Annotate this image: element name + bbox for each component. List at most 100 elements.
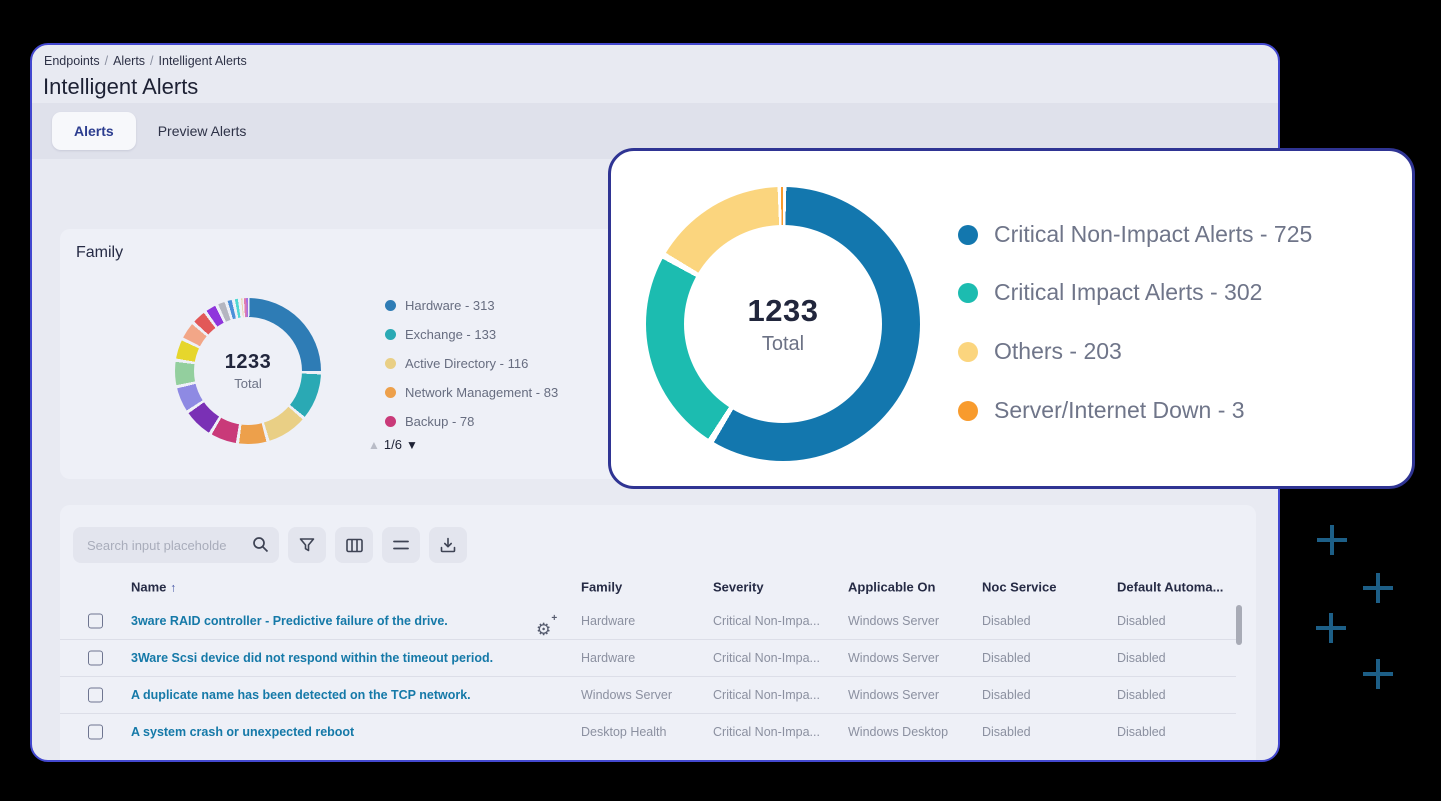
legend-item[interactable]: Others - 203 (958, 338, 1122, 365)
cell-family: Hardware (581, 614, 635, 628)
breadcrumb-item[interactable]: Endpoints (44, 54, 100, 68)
cell-family: Hardware (581, 651, 635, 665)
cell-severity: Critical Non-Impa... (713, 614, 820, 628)
breadcrumb-item: Intelligent Alerts (159, 54, 247, 68)
legend-item[interactable]: Backup - 78 (385, 407, 558, 436)
tab-alerts[interactable]: Alerts (52, 112, 136, 150)
legend-item[interactable]: Hardware - 313 (385, 291, 558, 320)
plus-icon (1363, 573, 1393, 603)
legend-dot (385, 300, 396, 311)
severity-total-value: 1233 (748, 293, 819, 329)
filter-icon (299, 537, 315, 553)
row-checkbox[interactable] (88, 651, 103, 666)
plus-icon (1317, 525, 1347, 555)
search-icon[interactable] (252, 536, 269, 558)
column-header-default-automation[interactable]: Default Automa... (1117, 580, 1223, 595)
table-row: 3ware RAID controller - Predictive failu… (60, 602, 1236, 639)
legend-label: Exchange - 133 (405, 327, 496, 342)
legend-dot (958, 225, 978, 245)
severity-donut-center: 1233 Total (684, 225, 882, 423)
row-checkbox[interactable] (88, 725, 103, 740)
legend-item[interactable]: Network Management - 83 (385, 378, 558, 407)
plus-icon (1316, 613, 1346, 643)
legend-label: Active Directory - 116 (405, 356, 528, 371)
column-header-family[interactable]: Family (581, 580, 622, 595)
legend-dot (385, 358, 396, 369)
breadcrumb-separator: / (105, 54, 108, 68)
family-card-title: Family (76, 244, 123, 262)
legend-dot (385, 387, 396, 398)
cell-severity: Critical Non-Impa... (713, 725, 820, 739)
legend-dot (385, 416, 396, 427)
row-density-button[interactable] (382, 527, 420, 563)
cell-family: Windows Server (581, 688, 672, 702)
alert-name-link[interactable]: A duplicate name has been detected on th… (131, 688, 471, 702)
legend-label: Network Management - 83 (405, 385, 558, 400)
legend-label: Hardware - 313 (405, 298, 495, 313)
alert-name-link[interactable]: 3ware RAID controller - Predictive failu… (131, 614, 448, 628)
cell-applicable-on: Windows Desktop (848, 725, 948, 739)
breadcrumb-item[interactable]: Alerts (113, 54, 145, 68)
table-row: 3Ware Scsi device did not respond within… (60, 639, 1236, 676)
legend-dot (958, 283, 978, 303)
legend-label: Critical Impact Alerts - 302 (994, 279, 1262, 306)
family-total-label: Total (234, 376, 261, 391)
alert-name-link[interactable]: A system crash or unexpected reboot (131, 725, 354, 739)
family-donut-chart[interactable]: 1233 Total (175, 298, 321, 444)
cell-applicable-on: Windows Server (848, 651, 939, 665)
table-toolbar (73, 527, 467, 563)
row-checkbox[interactable] (88, 688, 103, 703)
legend-item[interactable]: Active Directory - 116 (385, 349, 558, 378)
legend-item[interactable]: Critical Impact Alerts - 302 (958, 279, 1262, 306)
cell-applicable-on: Windows Server (848, 688, 939, 702)
download-icon (440, 537, 456, 553)
legend-dot (385, 329, 396, 340)
cell-default-automation: Disabled (1117, 614, 1166, 628)
legend-pager: ▲ 1/6 ▼ (368, 437, 418, 452)
gear-plus-icon[interactable]: ⚙+ (536, 620, 551, 639)
row-density-icon (393, 539, 409, 551)
download-button[interactable] (429, 527, 467, 563)
tab-preview-alerts[interactable]: Preview Alerts (136, 112, 269, 150)
legend-item[interactable]: Server/Internet Down - 3 (958, 397, 1245, 424)
cell-default-automation: Disabled (1117, 725, 1166, 739)
family-total-value: 1233 (225, 351, 272, 374)
table-scrollbar[interactable] (1236, 605, 1242, 645)
cell-default-automation: Disabled (1117, 688, 1166, 702)
filter-button[interactable] (288, 527, 326, 563)
severity-total-label: Total (762, 333, 804, 356)
columns-button[interactable] (335, 527, 373, 563)
table-body: 3ware RAID controller - Predictive failu… (60, 602, 1236, 750)
column-header-noc-service[interactable]: Noc Service (982, 580, 1056, 595)
legend-item[interactable]: Critical Non-Impact Alerts - 725 (958, 221, 1312, 248)
breadcrumb-separator: / (150, 54, 153, 68)
pager-up-icon[interactable]: ▲ (368, 438, 380, 452)
cell-severity: Critical Non-Impa... (713, 688, 820, 702)
table-header-row: Name↑ Family Severity Applicable On Noc … (60, 572, 1236, 602)
search-input[interactable] (73, 527, 279, 563)
pager-page: 1/6 (384, 437, 402, 452)
column-header-name[interactable]: Name↑ (131, 580, 176, 595)
column-header-applicable-on[interactable]: Applicable On (848, 580, 935, 595)
sort-asc-icon: ↑ (170, 581, 176, 595)
column-header-severity[interactable]: Severity (713, 580, 764, 595)
cell-applicable-on: Windows Server (848, 614, 939, 628)
legend-label: Backup - 78 (405, 414, 474, 429)
cell-severity: Critical Non-Impa... (713, 651, 820, 665)
page-title: Intelligent Alerts (43, 74, 198, 100)
search-field-wrap (73, 527, 279, 563)
family-legend: Hardware - 313 Exchange - 133 Active Dir… (385, 291, 558, 436)
row-checkbox[interactable] (88, 613, 103, 628)
legend-item[interactable]: Exchange - 133 (385, 320, 558, 349)
legend-label: Server/Internet Down - 3 (994, 397, 1245, 424)
pager-down-icon[interactable]: ▼ (406, 438, 418, 452)
alerts-table-card: Name↑ Family Severity Applicable On Noc … (60, 505, 1256, 762)
legend-label: Critical Non-Impact Alerts - 725 (994, 221, 1312, 248)
cell-noc-service: Disabled (982, 725, 1031, 739)
cell-family: Desktop Health (581, 725, 666, 739)
alert-name-link[interactable]: 3Ware Scsi device did not respond within… (131, 651, 493, 665)
breadcrumb: Endpoints / Alerts / Intelligent Alerts (44, 54, 247, 68)
legend-dot (958, 401, 978, 421)
cell-noc-service: Disabled (982, 614, 1031, 628)
severity-donut-chart[interactable]: 1233 Total (646, 187, 920, 461)
